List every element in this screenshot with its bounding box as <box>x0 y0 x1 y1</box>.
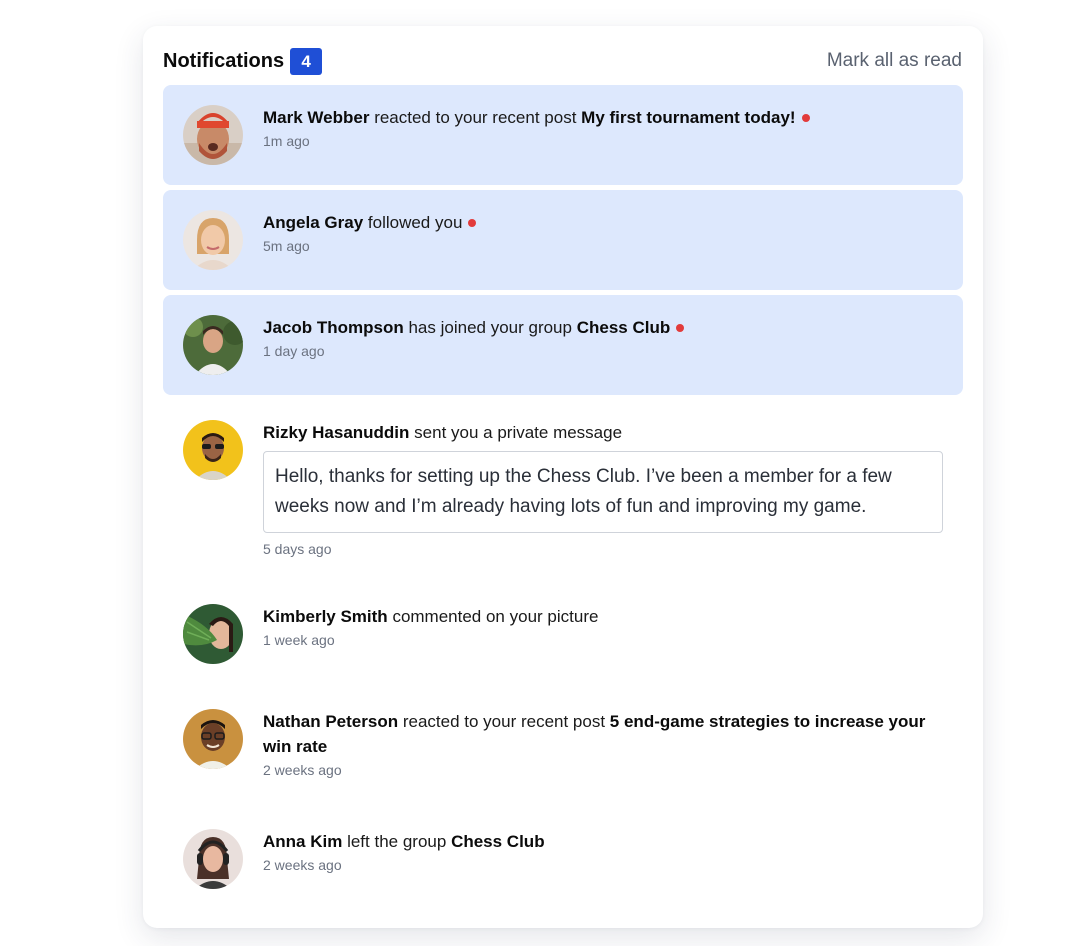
notification-action: followed you <box>367 213 463 232</box>
notification-text: Kimberly Smith commented on your picture <box>263 604 943 629</box>
notification-time: 1 day ago <box>263 343 325 359</box>
title-wrap: Notifications 4 <box>163 47 323 75</box>
notification-target[interactable]: My first tournament today! <box>581 108 795 127</box>
avatar[interactable] <box>183 105 243 165</box>
sender-name[interactable]: Anna Kim <box>263 832 342 851</box>
mark-all-read-button[interactable]: Mark all as read <box>827 50 962 72</box>
notification-text: Jacob Thompson has joined your group Che… <box>263 315 943 340</box>
private-message-preview[interactable]: Hello, thanks for setting up the Chess C… <box>263 451 943 533</box>
notification-text: Rizky Hasanuddin sent you a private mess… <box>263 420 943 445</box>
notification-text: Angela Gray followed you <box>263 210 943 235</box>
notification-action: left the group <box>347 832 447 851</box>
notification-target[interactable]: Chess Club <box>577 318 671 337</box>
notification-item[interactable]: Anna Kim left the group Chess Club 2 wee… <box>163 809 963 909</box>
sender-name[interactable]: Rizky Hasanuddin <box>263 423 409 442</box>
notification-item[interactable]: Nathan Peterson reacted to your recent p… <box>163 689 963 809</box>
notification-item[interactable]: Kimberly Smith commented on your picture… <box>163 584 963 684</box>
page-title: Notifications <box>163 49 285 72</box>
sender-name[interactable]: Angela Gray <box>263 213 363 232</box>
unread-dot <box>468 218 477 227</box>
notification-text: Mark Webber reacted to your recent post … <box>263 105 943 130</box>
notification-content: Angela Gray followed you 5m ago <box>263 210 943 254</box>
notification-item[interactable]: Jacob Thompson has joined your group Che… <box>163 295 963 395</box>
unread-dot <box>801 113 810 122</box>
notification-text: Anna Kim left the group Chess Club <box>263 829 943 854</box>
notification-action: sent you a private message <box>414 423 623 442</box>
sender-name[interactable]: Nathan Peterson <box>263 712 398 731</box>
avatar[interactable] <box>183 829 243 889</box>
unread-dot <box>676 323 685 332</box>
notification-time: 2 weeks ago <box>263 762 342 778</box>
notification-time: 1 week ago <box>263 632 335 648</box>
notification-content: Anna Kim left the group Chess Club 2 wee… <box>263 829 943 873</box>
notification-action: commented on your picture <box>392 607 599 626</box>
notification-content: Jacob Thompson has joined your group Che… <box>263 315 943 359</box>
notification-content: Rizky Hasanuddin sent you a private mess… <box>263 420 943 557</box>
notification-item[interactable]: Angela Gray followed you 5m ago <box>163 190 963 290</box>
sender-name[interactable]: Kimberly Smith <box>263 607 388 626</box>
notifications-card: Notifications 4 Mark all as read Mark We… <box>143 26 983 928</box>
notification-content: Mark Webber reacted to your recent post … <box>263 105 943 149</box>
notification-time: 5m ago <box>263 238 310 254</box>
notification-time: 1m ago <box>263 133 310 149</box>
notification-time: 2 weeks ago <box>263 857 342 873</box>
avatar[interactable] <box>183 420 243 480</box>
notification-text: Nathan Peterson reacted to your recent p… <box>263 709 943 759</box>
avatar[interactable] <box>183 709 243 769</box>
unread-count-badge: 4 <box>290 47 323 75</box>
sender-name[interactable]: Mark Webber <box>263 108 369 127</box>
notification-target[interactable]: Chess Club <box>451 832 545 851</box>
notification-content: Kimberly Smith commented on your picture… <box>263 604 943 648</box>
notification-action: reacted to your recent post <box>374 108 577 127</box>
avatar[interactable] <box>183 315 243 375</box>
notification-time: 5 days ago <box>263 541 332 557</box>
sender-name[interactable]: Jacob Thompson <box>263 318 404 337</box>
notifications-header: Notifications 4 Mark all as read <box>163 46 962 76</box>
avatar[interactable] <box>183 604 243 664</box>
avatar[interactable] <box>183 210 243 270</box>
notification-content: Nathan Peterson reacted to your recent p… <box>263 709 943 778</box>
notification-item[interactable]: Mark Webber reacted to your recent post … <box>163 85 963 185</box>
notification-item[interactable]: Rizky Hasanuddin sent you a private mess… <box>163 400 963 572</box>
notification-action: has joined your group <box>408 318 572 337</box>
notification-action: reacted to your recent post <box>402 712 606 731</box>
